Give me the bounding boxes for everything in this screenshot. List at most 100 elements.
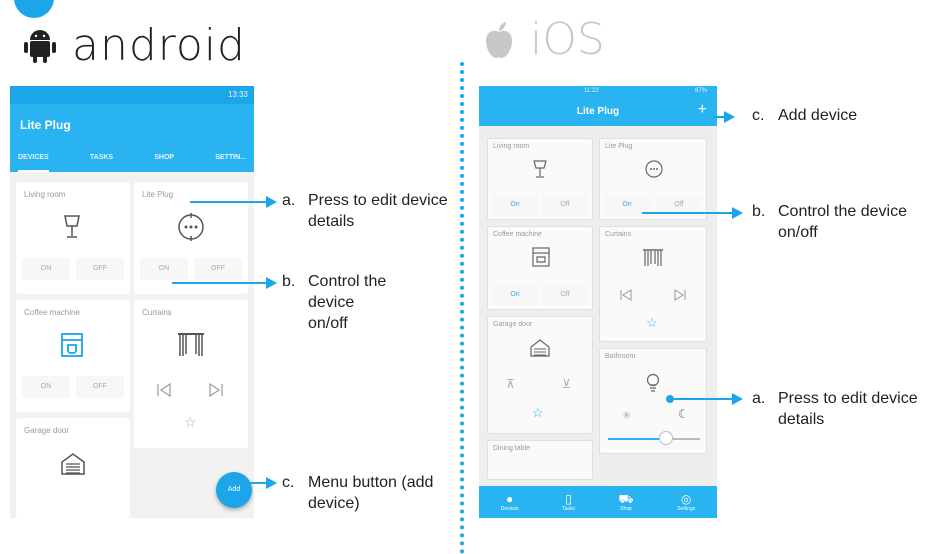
- off-button[interactable]: Off: [542, 285, 588, 305]
- device-card-title: Bathroom: [605, 353, 636, 360]
- bulb-icon: [646, 373, 660, 392]
- garage-icon: [61, 453, 85, 475]
- on-button[interactable]: ON: [22, 376, 70, 398]
- tab-settings[interactable]: SETTIN...: [215, 146, 246, 172]
- tab-tasks[interactable]: ▯ Tasks: [562, 492, 575, 512]
- device-card-living-room[interactable]: Living room ON OFF: [16, 182, 130, 294]
- tab-devices[interactable]: ● Devices: [501, 492, 519, 512]
- callout-line-android-a: [190, 201, 268, 203]
- callout-text: Add device: [778, 107, 858, 124]
- device-card-lite-plug[interactable]: Lite Plug On Off: [599, 138, 707, 220]
- callout-text: Menu button (add device): [308, 474, 434, 512]
- device-card-lite-plug[interactable]: Lite Plug ON OFF: [134, 182, 248, 294]
- callout-line-android-c: [248, 482, 268, 484]
- callout-android-b: b. Control the device on/off: [282, 271, 394, 334]
- tab-devices[interactable]: DEVICES: [18, 146, 49, 172]
- arrow-icon: [266, 196, 277, 208]
- brightness-icon[interactable]: ✳: [622, 409, 631, 422]
- off-button[interactable]: OFF: [194, 258, 242, 280]
- android-app-bar: Lite Plug: [10, 104, 254, 146]
- callout-ios-c: c. Add device: [752, 105, 932, 126]
- device-card-title: Curtains: [605, 231, 632, 238]
- device-card-curtains[interactable]: Curtains ☆: [134, 300, 248, 448]
- callout-letter: a.: [282, 192, 296, 209]
- callout-ios-a: a. Press to edit device details: [752, 388, 922, 430]
- android-logo-icon: [24, 29, 56, 63]
- ios-title: iOS: [530, 14, 605, 65]
- tab-shop[interactable]: SHOP: [154, 146, 174, 172]
- tab-tasks[interactable]: TASKS: [90, 146, 113, 172]
- arrow-icon: [266, 277, 277, 289]
- curtains-icon: [643, 249, 663, 266]
- device-card-garage-door[interactable]: Garage door: [16, 418, 130, 518]
- curtain-close-icon[interactable]: [156, 382, 172, 398]
- callout-ios-b: b. Control the device on/off: [752, 201, 936, 243]
- on-button[interactable]: ON: [22, 258, 70, 280]
- device-card-dining-table[interactable]: Dining table: [487, 440, 593, 480]
- brightness-slider-knob[interactable]: [659, 431, 673, 445]
- device-card-garage-door[interactable]: Garage door ⊼ ⊻ ☆: [487, 316, 593, 434]
- garage-up-icon[interactable]: ⊼: [506, 377, 515, 391]
- on-button[interactable]: On: [492, 195, 538, 215]
- ios-phone-screenshot: 11:22 87% Lite Plug + Living room On Off…: [479, 86, 717, 518]
- curtain-close-icon[interactable]: [620, 289, 632, 301]
- curtain-open-icon[interactable]: [208, 382, 224, 398]
- device-card-curtains[interactable]: Curtains ☆: [599, 226, 707, 342]
- on-button[interactable]: On: [492, 285, 538, 305]
- corner-badge: [14, 0, 54, 18]
- callout-letter: c.: [282, 474, 295, 491]
- android-heading: android: [22, 20, 246, 71]
- android-status-time: 13:33: [227, 90, 248, 99]
- device-card-living-room[interactable]: Living room On Off: [487, 138, 593, 220]
- favorite-star-icon[interactable]: ☆: [646, 315, 658, 331]
- on-button[interactable]: ON: [140, 258, 188, 280]
- ios-tab-bar: ● Devices ▯ Tasks ⛟ Shop ◎ Settings: [479, 486, 717, 518]
- callout-letter: b.: [282, 273, 296, 290]
- arrow-icon: [732, 393, 743, 405]
- device-card-title: Garage door: [24, 426, 69, 435]
- callout-android-c: c. Menu button (add device): [282, 472, 442, 514]
- device-card-title: Coffee machine: [493, 231, 542, 238]
- curtains-icon: [178, 333, 204, 356]
- callout-line-android-b: [172, 282, 268, 284]
- device-card-title: Living room: [24, 190, 66, 199]
- device-card-title: Living room: [493, 143, 530, 150]
- callout-text: Press to edit device details: [308, 192, 448, 230]
- plug-icon: [645, 160, 663, 178]
- callout-text: Press to edit device details: [778, 390, 918, 428]
- off-button[interactable]: Off: [542, 195, 588, 215]
- apple-logo-icon: [486, 21, 512, 58]
- tab-settings[interactable]: ◎ Settings: [677, 492, 695, 512]
- gear-icon: ◎: [680, 492, 692, 506]
- favorite-star-icon[interactable]: ☆: [532, 405, 544, 421]
- coffee-machine-icon: [61, 333, 83, 357]
- garage-icon: [530, 339, 550, 357]
- coffee-machine-icon: [532, 247, 550, 267]
- ios-status-bar: 11:22 87%: [479, 86, 717, 98]
- android-tab-bar: DEVICES TASKS SHOP SETTIN...: [10, 146, 254, 172]
- arrow-icon: [732, 207, 743, 219]
- garage-down-icon[interactable]: ⊻: [562, 377, 571, 391]
- off-button[interactable]: OFF: [76, 376, 124, 398]
- callout-line-ios-b: [642, 212, 734, 214]
- cart-icon: ⛟: [618, 492, 634, 506]
- add-device-button[interactable]: +: [698, 101, 707, 119]
- device-card-coffee-machine[interactable]: Coffee machine ON OFF: [16, 300, 130, 412]
- tab-label: Settings: [677, 506, 696, 512]
- dotted-divider: [460, 62, 464, 554]
- menu-add-button[interactable]: Add: [216, 472, 252, 508]
- ios-nav-title[interactable]: Lite Plug: [577, 106, 619, 117]
- device-card-bathroom[interactable]: Bathroom ✳ ☾: [599, 348, 707, 454]
- callout-line-ios-a: [672, 398, 734, 400]
- brightness-slider-fill: [608, 438, 664, 440]
- favorite-star-icon[interactable]: ☆: [184, 414, 197, 431]
- off-button[interactable]: OFF: [76, 258, 124, 280]
- tab-shop[interactable]: ⛟ Shop: [618, 492, 633, 512]
- ios-status-battery: 87%: [694, 88, 707, 94]
- moon-icon[interactable]: ☾: [678, 407, 689, 421]
- android-device-grid: Living room ON OFF Lite Plug ON OFF Coff…: [10, 172, 254, 518]
- curtain-open-icon[interactable]: [674, 289, 686, 301]
- arrow-icon: [266, 477, 277, 489]
- callout-letter: a.: [752, 390, 766, 407]
- device-card-coffee-machine[interactable]: Coffee machine On Off: [487, 226, 593, 310]
